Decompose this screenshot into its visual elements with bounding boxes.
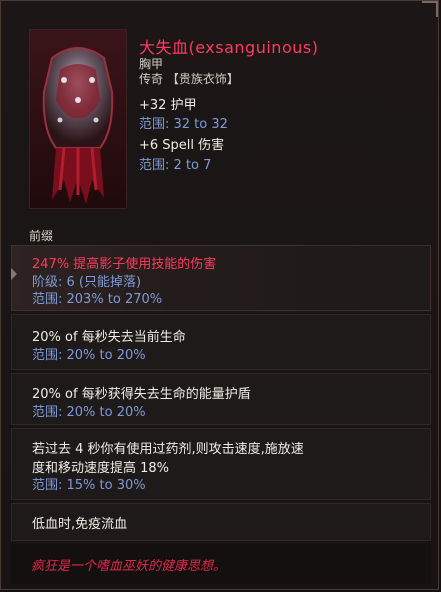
affix-row[interactable]: 247% 提高影子使用技能的伤害 阶级: 6 (只能掉落) 范围: 203% t…: [11, 245, 431, 311]
affix-range: 范围: 15% to 30%: [32, 478, 146, 493]
item-rarity: 传奇 【贵族衣饰】: [139, 72, 239, 86]
affix-text: 20% of 每秒失去当前生命: [32, 330, 186, 345]
affix-text: 20% of 每秒获得失去生命的能量护盾: [32, 387, 251, 402]
prefix-section-label: 前缀: [29, 229, 54, 243]
affix-text: 247% 提高影子使用技能的伤害: [32, 257, 217, 272]
corner-ornament: [422, 1, 438, 17]
chest-armor-icon: [42, 47, 114, 204]
stat-spell-damage-range: 范围: 2 to 7: [139, 158, 212, 173]
affix-range: 范围: 20% to 20%: [32, 405, 146, 420]
affix-row[interactable]: 20% of 每秒获得失去生命的能量护盾 范围: 20% to 20%: [11, 373, 431, 425]
affix-range: 范围: 203% to 270%: [32, 292, 163, 307]
stat-armor: +32 护甲: [139, 98, 197, 113]
flavor-text: 疯狂是一个嗜血巫妖的健康思想。: [31, 559, 227, 574]
flavor-text-box: 疯狂是一个嗜血巫妖的健康思想。: [11, 544, 431, 584]
affix-text: 低血时,免疫流血: [32, 517, 128, 532]
affix-range: 范围: 20% to 20%: [32, 348, 146, 363]
affix-row[interactable]: 20% of 每秒失去当前生命 范围: 20% to 20%: [11, 314, 431, 370]
item-tooltip: 大失血(exsanguinous) 胸甲 传奇 【贵族衣饰】 +32 护甲 范围…: [0, 0, 439, 590]
affix-text: 若过去 4 秒你有使用过药剂,则攻击速度,施放速: [32, 442, 304, 457]
affix-row[interactable]: 低血时,免疫流血: [11, 503, 431, 541]
item-icon-frame: [29, 29, 127, 209]
affix-row[interactable]: 若过去 4 秒你有使用过药剂,则攻击速度,施放速 度和移动速度提高 18% 范围…: [11, 428, 431, 500]
stat-spell-damage: +6 Spell 伤害: [139, 138, 225, 153]
stat-armor-range: 范围: 32 to 32: [139, 117, 228, 132]
item-name: 大失血(exsanguinous): [139, 38, 319, 57]
selected-arrow-icon: [11, 268, 17, 280]
